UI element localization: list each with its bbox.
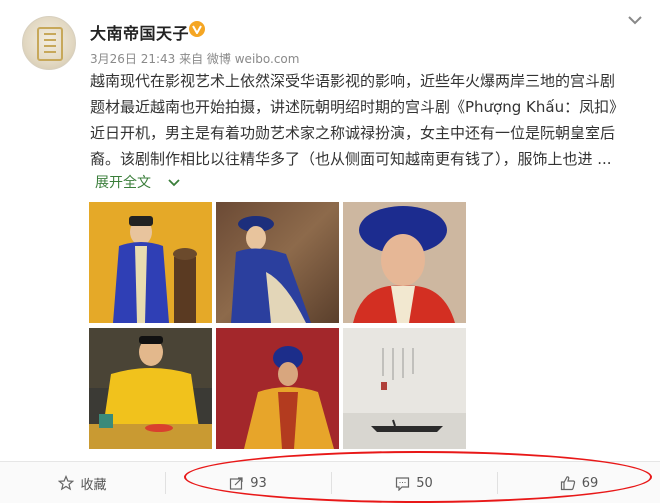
chevron-down-icon[interactable]: [168, 179, 180, 187]
comment-count: 50: [416, 475, 433, 491]
repost-count: 93: [250, 475, 267, 491]
favorite-button[interactable]: 收藏: [0, 462, 165, 503]
post-content: 越南现代在影视艺术上依然深受华语影视的影响，近些年火爆两岸三地的宫斗剧 题材最近…: [90, 68, 646, 172]
content-line: 越南现代在影视艺术上依然深受华语影视的影响，近些年火爆两岸三地的宫斗剧: [90, 72, 616, 90]
repost-button[interactable]: 93: [166, 462, 330, 503]
star-icon: [58, 475, 75, 491]
content-line: 题材最近越南也开始拍摄，讲述阮朝明绍时期的宫斗剧《Phượng Khấu：凤扣》: [90, 98, 625, 116]
content-line: 裔。该剧制作相比以往精华多了（也从侧面可知越南更有钱了），服饰上也进 ...: [90, 150, 612, 168]
verified-badge-icon: [189, 21, 205, 37]
username[interactable]: 大南帝国天子: [90, 20, 189, 44]
favorite-label: 收藏: [80, 477, 107, 493]
avatar[interactable]: [22, 16, 76, 70]
repost-icon: [230, 476, 243, 490]
post-action-bar: 收藏 93 50 69: [0, 461, 660, 503]
like-button[interactable]: 69: [498, 462, 660, 503]
like-count: 69: [581, 475, 599, 491]
photo-emperor-blue-robe[interactable]: [89, 202, 212, 323]
content-line: 近日开机，男主是有着功勋艺术家之称诚禄扮演，女主中还有一位是阮朝皇室后: [90, 124, 616, 142]
seal-icon: [37, 27, 63, 61]
chevron-down-icon[interactable]: [627, 14, 643, 26]
comment-icon: [396, 476, 410, 491]
post-meta: 3月26日 21:43 来自 微博 weibo.com: [90, 52, 300, 66]
photo-boat-on-water[interactable]: [343, 328, 466, 449]
expand-full-text-link[interactable]: 展开全文: [95, 172, 151, 192]
comment-button[interactable]: 50: [332, 462, 496, 503]
photo-woman-seated-blue-robe[interactable]: [216, 202, 339, 323]
photo-woman-yellow-robe-red-bg[interactable]: [216, 328, 339, 449]
photo-woman-blue-headdress[interactable]: [343, 202, 466, 323]
thumbs-up-icon: [560, 476, 575, 491]
photo-emperor-yellow-robe-desk[interactable]: [89, 328, 212, 449]
